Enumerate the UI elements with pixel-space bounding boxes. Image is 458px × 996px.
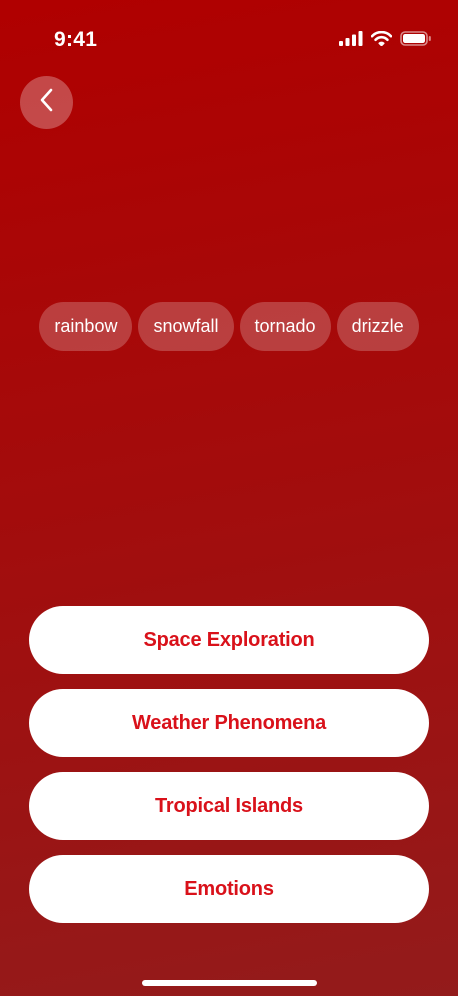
option-space-exploration-button[interactable]: Space Exploration xyxy=(29,606,429,674)
status-icons xyxy=(339,30,432,51)
word-chip-drizzle[interactable]: drizzle xyxy=(336,302,419,351)
word-chips: rainbow snowfall tornado drizzle xyxy=(0,302,458,351)
status-bar: 9:41 xyxy=(0,0,458,80)
back-button[interactable] xyxy=(20,76,73,129)
option-weather-phenomena-button[interactable]: Weather Phenomena xyxy=(29,689,429,757)
screen: 9:41 rainbow snowfall tornado drizzle Sp… xyxy=(0,0,458,996)
chevron-left-icon xyxy=(38,87,56,118)
status-time: 9:41 xyxy=(54,28,98,51)
word-chip-rainbow[interactable]: rainbow xyxy=(39,302,133,351)
answer-options: Space Exploration Weather Phenomena Trop… xyxy=(29,606,429,923)
word-chip-tornado[interactable]: tornado xyxy=(239,302,331,351)
option-emotions-button[interactable]: Emotions xyxy=(29,855,429,923)
word-chip-snowfall[interactable]: snowfall xyxy=(138,302,234,351)
wifi-icon xyxy=(370,30,393,51)
battery-icon xyxy=(400,31,432,51)
home-indicator[interactable] xyxy=(142,980,317,986)
option-tropical-islands-button[interactable]: Tropical Islands xyxy=(29,772,429,840)
signal-icon xyxy=(339,31,363,51)
